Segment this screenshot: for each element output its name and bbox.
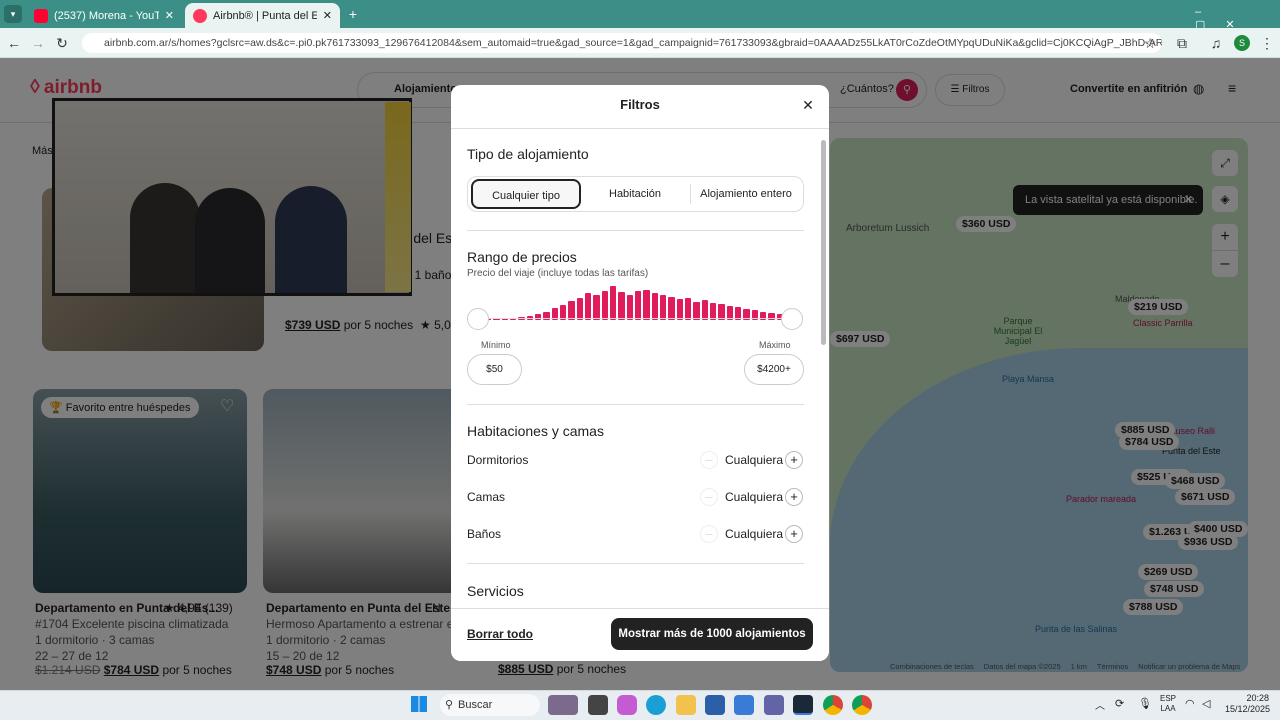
avatar[interactable]: S	[1234, 35, 1250, 51]
histogram-bar	[701, 299, 708, 320]
volume-icon[interactable]: ◁	[1202, 697, 1210, 710]
clear-all-button[interactable]: Borrar todo	[467, 627, 533, 641]
store-icon[interactable]	[705, 695, 725, 715]
windows-start-icon[interactable]	[411, 696, 427, 712]
url-field[interactable]: airbnb.com.ar/s/homes?gclsrc=aw.ds&c=.pi…	[82, 33, 1162, 53]
reload-icon[interactable]: ↻	[52, 33, 72, 53]
copilot-icon[interactable]	[617, 695, 637, 715]
youtube-icon	[34, 8, 48, 23]
airbnb-icon	[193, 8, 207, 23]
histogram-bar	[635, 291, 642, 320]
beds-increase-button[interactable]: +	[785, 488, 803, 506]
microphone-icon[interactable]: 🎙	[1138, 697, 1152, 710]
tab-title: (2537) Morena - YouTube	[54, 9, 159, 22]
histogram-bar	[535, 313, 542, 320]
teams-icon[interactable]	[764, 695, 784, 715]
min-price-input[interactable]: $50	[467, 354, 522, 385]
taskbar-app-icon[interactable]	[548, 695, 578, 715]
max-price-label: Máximo	[759, 340, 791, 350]
min-price-label: Mínimo	[481, 340, 511, 350]
close-icon[interactable]: ✕	[800, 97, 816, 114]
bathrooms-label: Baños	[467, 527, 502, 541]
tray-chevron-icon[interactable]: ︿	[1095, 697, 1105, 712]
steam-icon[interactable]	[793, 695, 813, 715]
histogram-bar	[668, 296, 675, 320]
media-icon[interactable]: ♫	[1206, 33, 1226, 53]
taskbar-app-icon[interactable]	[588, 695, 608, 715]
services-section-title: Servicios	[467, 583, 524, 599]
type-option-any[interactable]: Cualquier tipo	[471, 179, 581, 209]
tray-icon[interactable]: ⟳	[1115, 697, 1124, 710]
tab-youtube[interactable]: (2537) Morena - YouTube ✕	[26, 3, 182, 28]
search-icon: ⚲	[445, 699, 454, 711]
extensions-icon[interactable]: ⧉	[1172, 33, 1192, 53]
beds-label: Camas	[467, 490, 506, 504]
taskbar	[0, 690, 1280, 720]
histogram-bar	[501, 318, 508, 320]
forward-icon[interactable]: →	[28, 33, 48, 53]
histogram-bar	[576, 297, 583, 320]
histogram-bar	[593, 294, 600, 320]
new-tab-button[interactable]: +	[345, 6, 361, 22]
section-divider	[467, 563, 804, 564]
chrome-icon[interactable]	[823, 695, 843, 715]
histogram-bar	[618, 292, 625, 320]
modal-scrollbar[interactable]	[821, 140, 826, 345]
bedrooms-value: Cualquiera	[725, 453, 784, 467]
chrome-icon[interactable]	[852, 695, 872, 715]
folder-icon[interactable]	[676, 695, 696, 715]
beds-decrease-button[interactable]: –	[700, 488, 718, 506]
bedrooms-label: Dormitorios	[467, 453, 529, 467]
section-divider	[467, 230, 804, 231]
price-section-title: Rango de precios	[467, 249, 577, 265]
histogram-bar	[601, 291, 608, 320]
section-divider	[467, 404, 804, 405]
type-option-room[interactable]: Habitación	[580, 179, 690, 209]
wifi-icon[interactable]: ◠	[1185, 697, 1195, 710]
close-icon[interactable]: ✕	[165, 9, 174, 22]
language-indicator[interactable]: ESP LAA	[1160, 694, 1176, 714]
show-results-button[interactable]: Mostrar más de 1000 alojamientos	[611, 618, 813, 650]
price-histogram	[484, 286, 784, 320]
beds-value: Cualquiera	[725, 490, 784, 504]
clock[interactable]: 20:28 15/12/2025	[1225, 693, 1270, 715]
histogram-bar	[685, 297, 692, 320]
bathrooms-increase-button[interactable]: +	[785, 525, 803, 543]
bedrooms-decrease-button[interactable]: –	[700, 451, 718, 469]
type-section-title: Tipo de alojamiento	[467, 146, 589, 162]
price-slider-track	[478, 318, 792, 319]
max-price-input[interactable]: $4200+	[744, 354, 804, 385]
histogram-bar	[610, 286, 617, 320]
edge-icon[interactable]	[646, 695, 666, 715]
bookmark-star-icon[interactable]: ☆	[1140, 33, 1160, 53]
mail-icon[interactable]	[734, 695, 754, 715]
rooms-section-title: Habitaciones y camas	[467, 423, 604, 439]
bedrooms-increase-button[interactable]: +	[785, 451, 803, 469]
price-slider-max-handle[interactable]	[781, 308, 803, 330]
taskbar-search[interactable]: ⚲ Buscar	[440, 694, 540, 716]
bathrooms-value: Cualquiera	[725, 527, 784, 541]
histogram-bar	[626, 294, 633, 320]
tab-airbnb[interactable]: Airbnb® | Punta del Este: Alojam... ✕	[185, 3, 340, 28]
histogram-bar	[643, 290, 650, 320]
tab-search-button[interactable]: ▾	[4, 5, 22, 23]
menu-icon[interactable]: ⋮	[1257, 33, 1277, 53]
histogram-bar	[676, 298, 683, 320]
price-slider-min-handle[interactable]	[467, 308, 489, 330]
histogram-bar	[493, 318, 500, 320]
histogram-bar	[660, 294, 667, 320]
close-icon[interactable]: ✕	[323, 9, 332, 22]
modal-title: Filtros	[620, 97, 660, 112]
tab-title: Airbnb® | Punta del Este: Alojam...	[213, 9, 317, 22]
histogram-bar	[585, 293, 592, 320]
histogram-bar	[651, 293, 658, 320]
price-subtitle: Precio del viaje (incluye todas las tari…	[467, 268, 649, 279]
type-option-entire[interactable]: Alojamiento entero	[691, 179, 801, 209]
bathrooms-decrease-button[interactable]: –	[700, 525, 718, 543]
back-icon[interactable]: ←	[4, 33, 24, 53]
